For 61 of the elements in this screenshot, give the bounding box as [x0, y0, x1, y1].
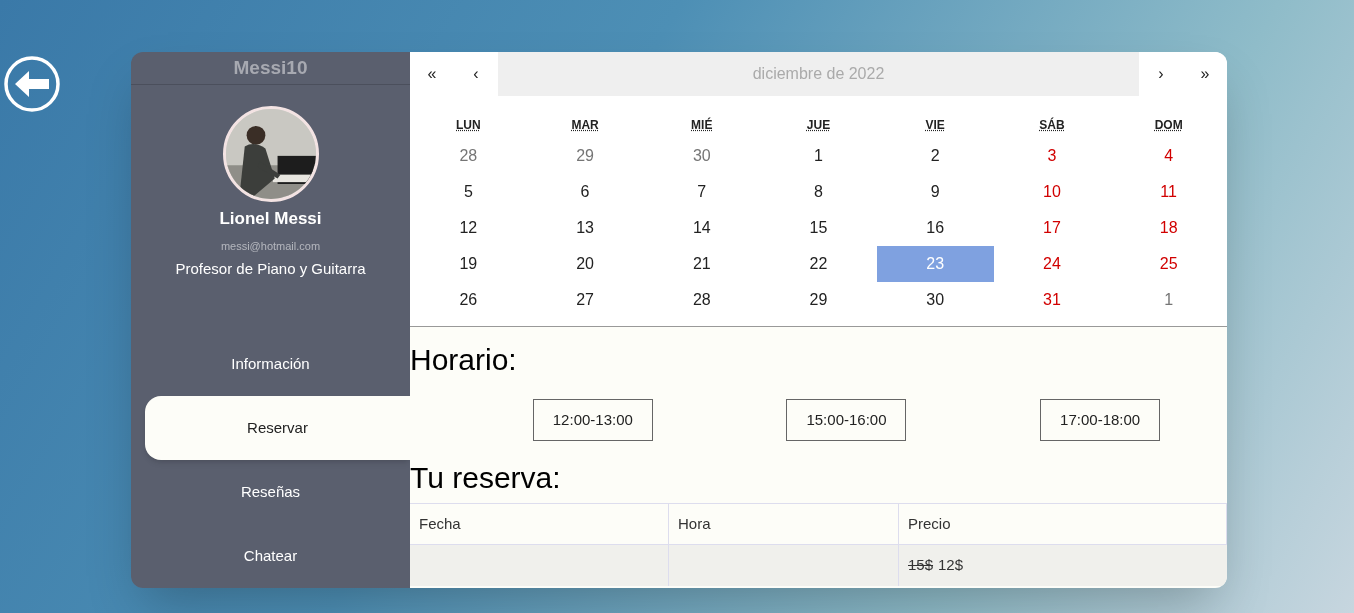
old-price: 15$ [908, 555, 934, 576]
calendar-day[interactable]: 21 [643, 246, 761, 282]
calendar-day[interactable]: 14 [643, 210, 761, 246]
weekday-label: VIE [925, 117, 945, 134]
profile-email: messi@hotmail.com [220, 239, 321, 254]
calendar-day[interactable]: 11 [1110, 174, 1227, 210]
calendar-day[interactable]: 3 [993, 138, 1111, 174]
calendar-day[interactable]: 29 [526, 138, 644, 174]
calendar-day[interactable]: 5 [410, 174, 527, 210]
time-slot-button[interactable]: 17:00-18:00 [1040, 399, 1161, 441]
calendar-day[interactable]: 2 [876, 138, 994, 174]
menu-item[interactable]: Reservar [145, 396, 410, 460]
calendar-day[interactable]: 15 [760, 210, 877, 246]
profile-name: Lionel Messi [219, 207, 322, 230]
calendar-day[interactable]: 25 [1110, 246, 1227, 282]
calendar-day[interactable]: 26 [410, 282, 527, 318]
calendar-day[interactable]: 22 [760, 246, 877, 282]
calendar-day[interactable]: 29 [760, 282, 877, 318]
weekday-label: MIÉ [691, 116, 713, 134]
calendar-day[interactable]: 4 [1110, 138, 1227, 174]
calendar-day[interactable]: 28 [410, 138, 527, 174]
time-slot-button[interactable]: 12:00-13:00 [532, 399, 653, 441]
calendar-day[interactable]: 8 [760, 174, 877, 210]
new-price: 12$ [938, 555, 964, 576]
calendar-day[interactable]: 19 [410, 246, 527, 282]
weekday-label: SÁB [1039, 116, 1065, 134]
calendar-day[interactable]: 1 [1110, 282, 1227, 318]
calendar-day[interactable]: 12 [410, 210, 527, 246]
calendar-day[interactable]: 24 [993, 246, 1111, 282]
calendar-day[interactable]: 7 [643, 174, 761, 210]
time-slot-button[interactable]: 15:00-16:00 [786, 399, 907, 441]
calendar-day[interactable]: 28 [643, 282, 761, 318]
calendar-day[interactable]: 13 [526, 210, 644, 246]
weekday-label: JUE [806, 117, 831, 134]
previous-year-button[interactable]: « [410, 52, 454, 96]
menu-item[interactable]: Información [131, 332, 410, 396]
username: Messi10 [233, 55, 308, 80]
weekday-label: DOM [1154, 117, 1183, 134]
menu-item[interactable]: Chatear [131, 524, 410, 588]
calendar-day[interactable]: 30 [876, 282, 994, 318]
menu-item[interactable]: Reseñas [131, 460, 410, 524]
weekday-label: LUN [456, 117, 481, 134]
schedule-heading: Horario: [410, 345, 518, 375]
calendar-day[interactable]: 10 [993, 174, 1111, 210]
calendar-day[interactable]: 30 [643, 138, 761, 174]
calendar-day[interactable]: 20 [526, 246, 644, 282]
calendar-day[interactable]: 16 [876, 210, 994, 246]
calendar-day[interactable]: 6 [526, 174, 644, 210]
next-year-button[interactable]: » [1183, 52, 1227, 96]
calendar-day[interactable]: 18 [1110, 210, 1227, 246]
previous-month-button[interactable]: ‹ [454, 52, 498, 96]
calendar-day[interactable]: 9 [876, 174, 994, 210]
profile-profession: Profesor de Piano y Guitarra [175, 258, 366, 279]
calendar-day[interactable]: 31 [993, 282, 1111, 318]
weekday-label: MAR [571, 117, 599, 134]
back-icon[interactable] [3, 55, 61, 113]
calendar-day[interactable]: 17 [993, 210, 1111, 246]
calendar-day[interactable]: 1 [760, 138, 877, 174]
calendar-day[interactable]: 27 [526, 282, 644, 318]
next-month-button[interactable]: › [1139, 52, 1183, 96]
booking-heading: Tu reserva: [410, 463, 562, 493]
